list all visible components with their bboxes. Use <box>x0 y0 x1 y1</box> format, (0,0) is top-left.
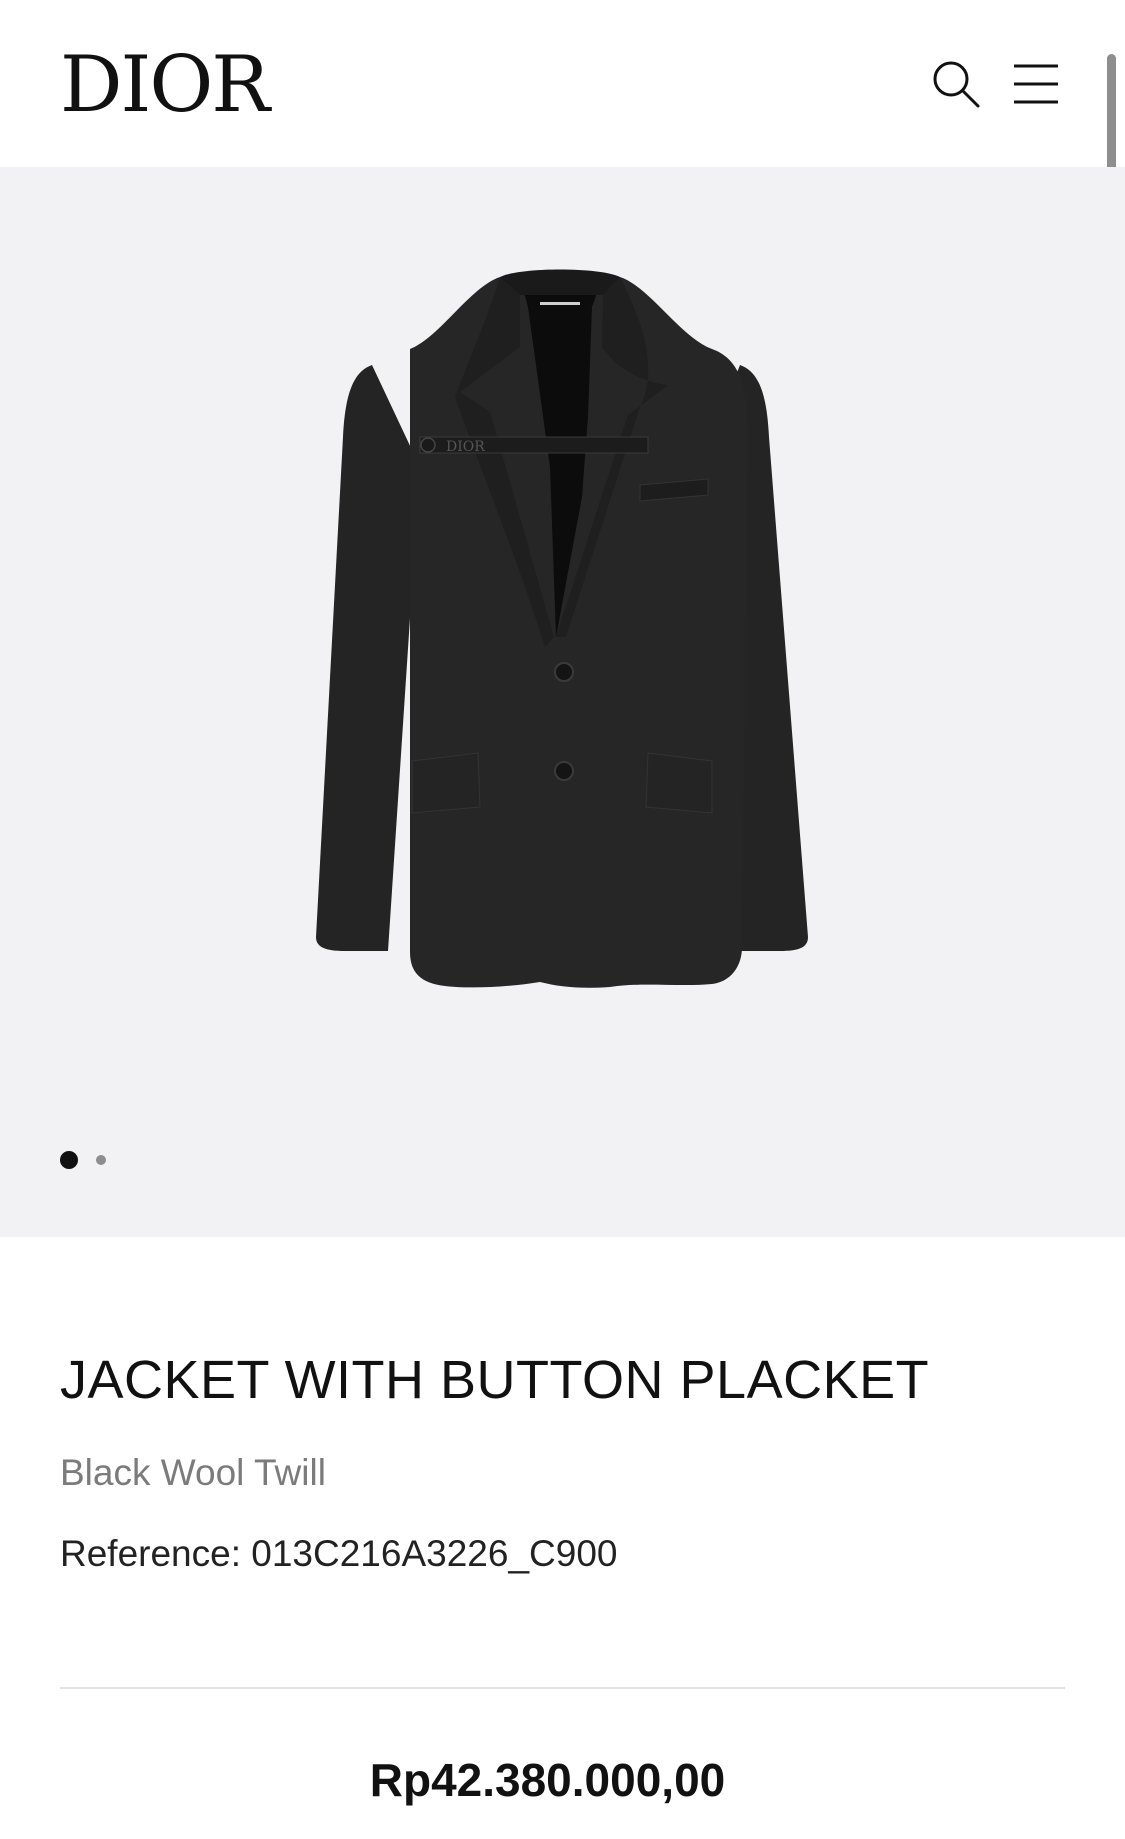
divider <box>60 1687 1065 1689</box>
product-title: JACKET WITH BUTTON PLACKET <box>60 1350 930 1410</box>
jacket-left-sleeve <box>316 365 420 951</box>
search-icon[interactable] <box>928 56 984 112</box>
jacket-collar <box>500 269 620 295</box>
hamburger-menu-icon[interactable] <box>1008 56 1064 112</box>
site-header: DIOR <box>0 0 1125 167</box>
product-price: Rp42.380.000,00 <box>369 1754 726 1806</box>
product-page: DIOR DIOR JACKET WITH BUTTON PLACKET Bla… <box>0 0 1125 1839</box>
product-image-carousel[interactable]: DIOR <box>0 167 1125 1237</box>
carousel-dot[interactable] <box>96 1155 106 1165</box>
jacket-right-flap-pocket <box>645 752 713 814</box>
jacket-left-flap-pocket <box>411 752 481 814</box>
jacket-button-upper <box>554 662 574 682</box>
jacket-collar-chain <box>540 302 580 305</box>
product-reference: Reference: 013C216A3226_C900 <box>60 1533 618 1574</box>
jacket-placket-button <box>420 437 436 453</box>
product-image-jacket[interactable]: DIOR <box>0 167 1125 1237</box>
jacket-button-lower <box>554 761 574 781</box>
dior-logo[interactable]: DIOR <box>60 40 270 130</box>
product-info: JACKET WITH BUTTON PLACKET Black Wool Tw… <box>0 1237 1125 1839</box>
product-subtitle: Black Wool Twill <box>60 1452 326 1493</box>
jacket-placket-text: DIOR <box>446 439 485 455</box>
carousel-dot-active[interactable] <box>60 1151 78 1169</box>
